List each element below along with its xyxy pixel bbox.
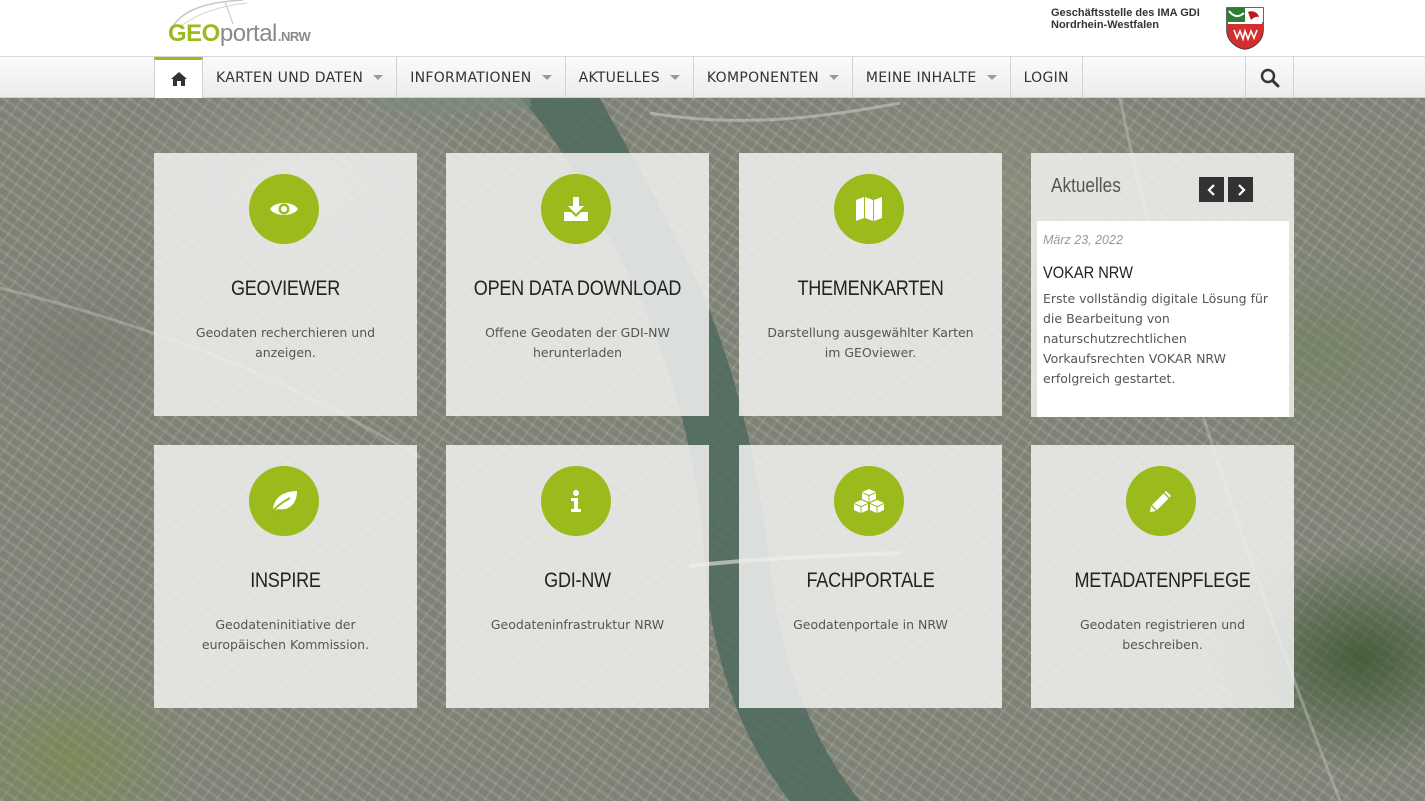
nav-informationen[interactable]: INFORMATIONEN: [397, 57, 566, 98]
chevron-down-icon: [373, 75, 384, 80]
organization-name: Geschäftsstelle des IMA GDI Nordrhein-We…: [1051, 7, 1200, 31]
logo-portal: portal: [219, 20, 278, 47]
news-heading: Aktuelles: [1051, 175, 1121, 197]
tile-themenkarten[interactable]: THEMENKARTEN Darstellung ausgewählter Ka…: [739, 153, 1002, 416]
chevron-right-icon: [1237, 183, 1246, 196]
info-icon: [571, 490, 581, 512]
main-navigation: KARTEN UND DATEN INFORMATIONEN AKTUELLES…: [0, 57, 1425, 98]
chevron-left-icon: [1206, 183, 1215, 196]
chevron-down-icon: [669, 75, 680, 80]
nav-item-label: KARTEN UND DATEN: [216, 69, 364, 86]
nav-aktuelles[interactable]: AKTUELLES: [566, 57, 694, 98]
tile-fachportale[interactable]: FACHPORTALE Geodatenportale in NRW: [739, 445, 1002, 708]
news-item[interactable]: März 23, 2022 VOKAR NRW Erste vollständi…: [1037, 221, 1289, 417]
download-icon: [564, 197, 588, 221]
news-text: Erste vollständig digitale Lösung für di…: [1043, 291, 1269, 386]
tile-title: GEOVIEWER: [230, 277, 341, 300]
news-next-button[interactable]: [1228, 177, 1253, 202]
tile-gdi-nw[interactable]: GDI-NW Geodateninfrastruktur NRW: [446, 445, 709, 708]
tile-title: GDI-NW: [544, 569, 611, 592]
tile-icon-circle: [541, 174, 611, 244]
chevron-down-icon: [828, 75, 839, 80]
tile-description: Geodaten recherchieren und anzeigen.: [195, 325, 376, 360]
logo-geo: GEO: [168, 20, 220, 47]
nrw-crest-icon: [1226, 7, 1264, 50]
nav-item-label: AKTUELLES: [578, 69, 660, 86]
logo-wordmark: GEOportal.NRW: [168, 20, 311, 48]
nav-item-label: KOMPONENTEN: [706, 69, 819, 86]
tile-description: Geodaten registrieren und beschreiben.: [1079, 617, 1245, 652]
org-line-2: Nordrhein-Westfalen: [1051, 19, 1159, 31]
nav-home[interactable]: [154, 57, 203, 98]
pencil-icon: [1150, 491, 1171, 512]
home-icon: [170, 72, 187, 86]
tile-description: Darstellung ausgewählter Karten im GEOvi…: [767, 325, 974, 360]
chevron-down-icon: [986, 75, 997, 80]
tile-icon-circle: [1126, 466, 1196, 536]
nav-item-label: INFORMATIONEN: [410, 69, 532, 86]
news-title[interactable]: VOKAR NRW: [1043, 263, 1133, 283]
nav-menu: KARTEN UND DATEN INFORMATIONEN AKTUELLES…: [154, 57, 1083, 98]
leaf-icon: [271, 491, 297, 513]
search-button[interactable]: [1245, 57, 1294, 98]
nav-item-label: LOGIN: [1023, 69, 1069, 86]
tile-icon-circle: [541, 466, 611, 536]
tile-metadatenpflege[interactable]: METADATENPFLEGE Geodaten registrieren un…: [1031, 445, 1294, 708]
tile-description: Geodatenportale in NRW: [793, 617, 948, 632]
logo-nrw: .NRW: [277, 29, 311, 44]
tile-icon-circle: [834, 174, 904, 244]
tile-icon-circle: [249, 174, 319, 244]
tile-title: THEMENKARTEN: [797, 277, 944, 300]
tile-title: METADATENPFLEGE: [1074, 569, 1251, 592]
news-box: Aktuelles März 23, 2022 VOKAR NRW Erste …: [1031, 153, 1294, 417]
eye-icon: [270, 203, 298, 215]
tile-inspire[interactable]: INSPIRE Geodateninitiative der europäisc…: [154, 445, 417, 708]
tile-icon-circle: [249, 466, 319, 536]
nav-meine-inhalte[interactable]: MEINE INHALTE: [853, 57, 1011, 98]
search-icon: [1260, 68, 1279, 87]
geoportal-logo[interactable]: GEOportal.NRW: [165, 0, 340, 52]
cubes-icon: [854, 489, 884, 513]
tile-open-data-download[interactable]: OPEN DATA DOWNLOAD Offene Geodaten der G…: [446, 153, 709, 416]
nav-komponenten[interactable]: KOMPONENTEN: [694, 57, 853, 98]
org-line-1: Geschäftsstelle des IMA GDI: [1051, 7, 1200, 19]
tile-title: INSPIRE: [250, 569, 321, 592]
tile-description: Geodateninfrastruktur NRW: [490, 617, 665, 632]
news-prev-button[interactable]: [1199, 177, 1224, 202]
nav-login[interactable]: LOGIN: [1011, 57, 1083, 98]
nav-item-label: MEINE INHALTE: [865, 69, 977, 86]
chevron-down-icon: [541, 75, 552, 80]
tile-title: OPEN DATA DOWNLOAD: [473, 277, 682, 300]
tile-title: FACHPORTALE: [806, 569, 935, 592]
tile-icon-circle: [834, 466, 904, 536]
tile-geoviewer[interactable]: GEOVIEWER Geodaten recherchieren und anz…: [154, 153, 417, 416]
news-date: März 23, 2022: [1043, 233, 1123, 247]
map-icon: [856, 197, 882, 221]
nav-karten-und-daten[interactable]: KARTEN UND DATEN: [203, 57, 398, 98]
site-header: GEOportal.NRW Geschäftsstelle des IMA GD…: [0, 0, 1425, 57]
tile-description: Offene Geodaten der GDI-NW herunterladen: [485, 325, 670, 360]
tile-description: Geodateninitiative der europäischen Komm…: [201, 617, 370, 652]
